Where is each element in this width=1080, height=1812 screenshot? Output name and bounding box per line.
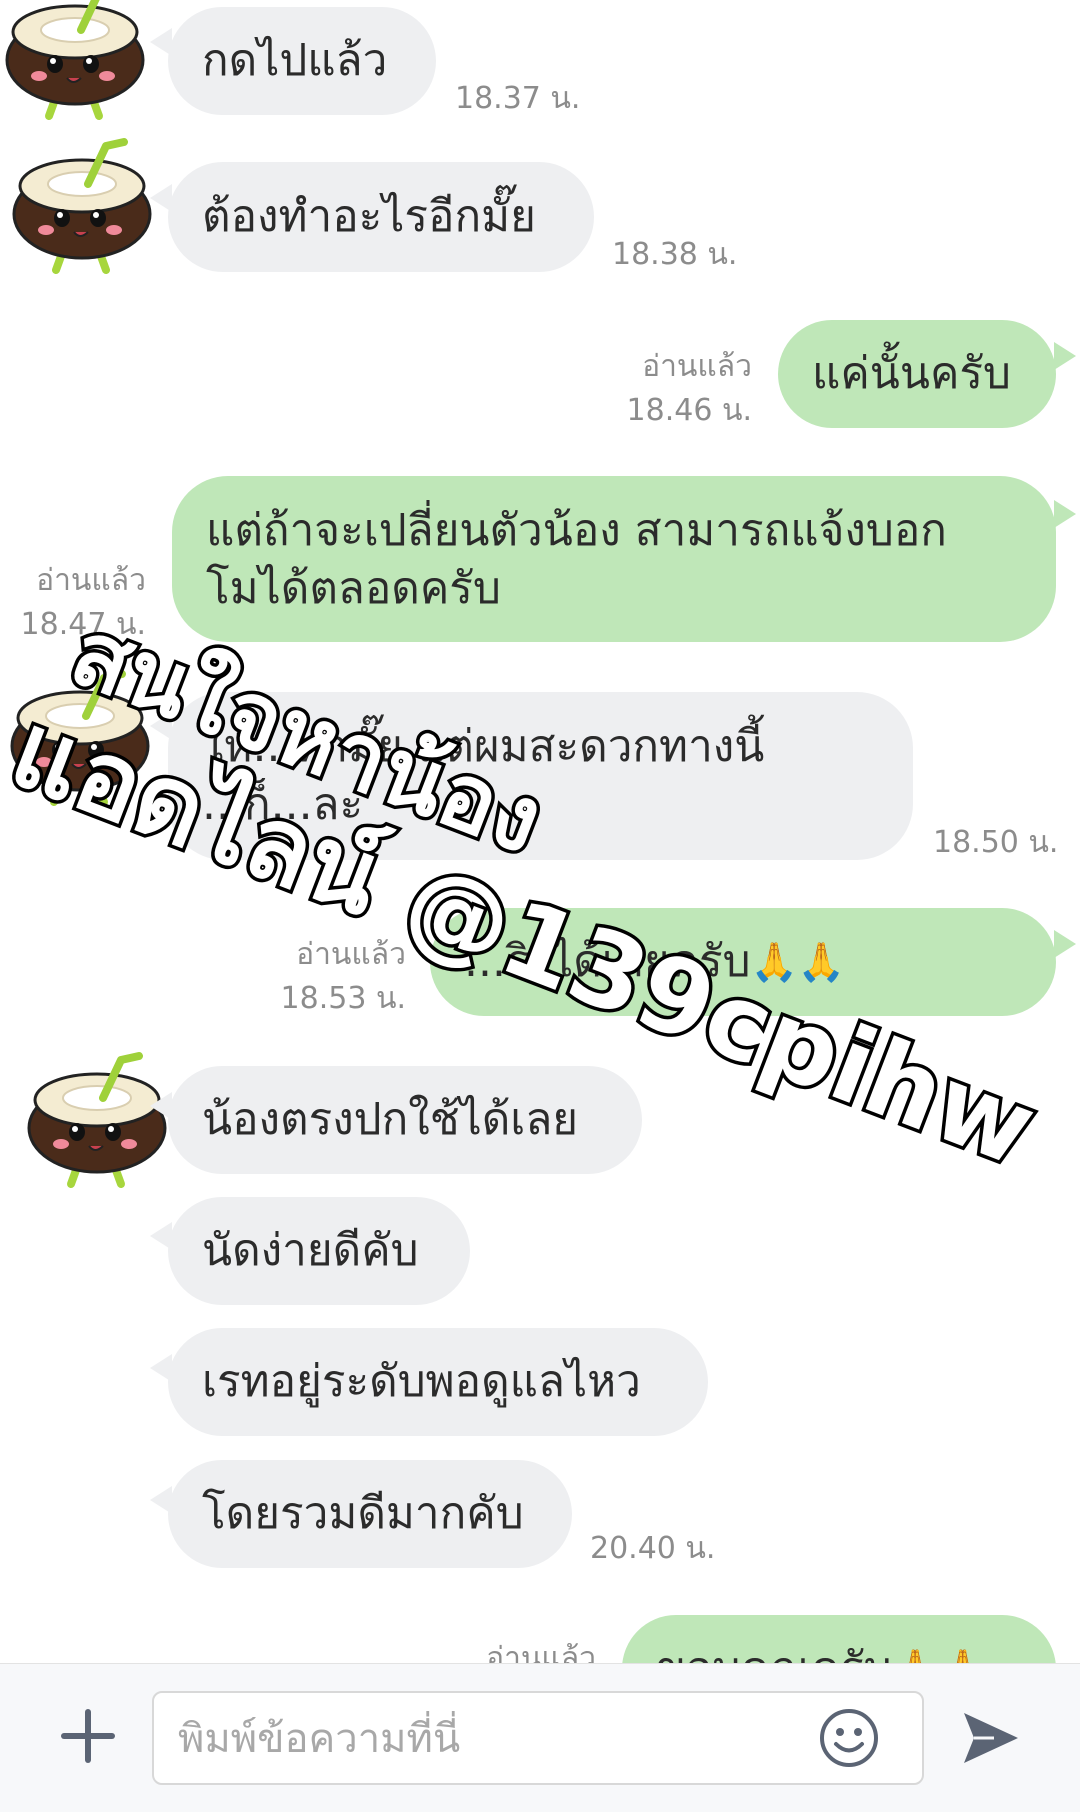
message-input[interactable]: [176, 1701, 780, 1777]
message-time: 18.53 น.: [280, 981, 406, 1016]
message-line: แต่ถ้าจะเปลี่ยนตัวน้อง สามารถแจ้งบอก: [206, 505, 947, 556]
message-bubble-in[interactable]: กดไปแล้ว: [168, 7, 436, 115]
message-text: นัดง่ายดีคับ: [202, 1225, 419, 1276]
bubble-tail: [1054, 500, 1076, 528]
message-bubble-in[interactable]: ต้องทำอะไรอีกมั๊ย: [168, 162, 594, 272]
read-receipt: อ่านแล้ว: [486, 1641, 596, 1663]
pray-emoji: 🙏🙏: [892, 1640, 987, 1663]
message-bubble-out[interactable]: แต่ถ้าจะเปลี่ยนตัวน้อง สามารถแจ้งบอก โมไ…: [172, 476, 1056, 642]
bubble-tail: [1054, 342, 1076, 370]
coconut-avatar[interactable]: [0, 0, 155, 122]
message-text: โดยรวมดีมากคับ: [202, 1488, 524, 1539]
message-bubble-out[interactable]: ขอบคุณครับ 🙏🙏: [622, 1615, 1056, 1663]
message-text: ขอบคุณครับ: [656, 1640, 892, 1663]
message-time: 20.40 น.: [590, 1531, 716, 1566]
message-text: ต้องทำอะไรอีกมั๊ย: [202, 191, 536, 242]
message-field[interactable]: [152, 1691, 924, 1785]
read-receipt: อ่านแล้ว: [36, 563, 146, 598]
chat-area[interactable]: กดไปแล้ว 18.37 น. ต้องทำอะไรอีกมั๊ย 18.3…: [0, 0, 1080, 1663]
message-time: 18.38 น.: [612, 237, 738, 272]
message-time: 18.46 น.: [626, 393, 752, 428]
message-line: โมได้ตลอดครับ: [206, 563, 501, 614]
message-bubble-in[interactable]: นัดง่ายดีคับ: [168, 1197, 470, 1305]
smile-icon[interactable]: [818, 1707, 880, 1769]
message-text: เรทอยู่ระดับพอดูแลไหว: [202, 1356, 641, 1407]
message-time: 18.50 น.: [933, 825, 1059, 860]
message-bubble-in[interactable]: เรทอยู่ระดับพอดูแลไหว: [168, 1328, 708, 1436]
coconut-avatar[interactable]: [17, 1050, 177, 1190]
message-bubble-in[interactable]: โดยรวมดีมากคับ: [168, 1460, 572, 1568]
message-time: 18.37 น.: [455, 81, 581, 116]
message-input-bar: [0, 1663, 1080, 1812]
message-text: แค่นั้นครับ: [812, 348, 1011, 399]
plus-icon[interactable]: [58, 1706, 118, 1766]
bubble-tail: [1054, 930, 1076, 958]
message-bubble-in[interactable]: น้องตรงปกใช้ได้เลย: [168, 1066, 642, 1174]
coconut-avatar[interactable]: [2, 136, 162, 276]
read-receipt: อ่านแล้ว: [642, 349, 752, 384]
message-text: กดไปแล้ว: [202, 35, 388, 86]
message-text: น้องตรงปกใช้ได้เลย: [202, 1094, 579, 1145]
send-icon[interactable]: [960, 1709, 1022, 1767]
message-bubble-out[interactable]: แค่นั้นครับ: [778, 320, 1056, 428]
